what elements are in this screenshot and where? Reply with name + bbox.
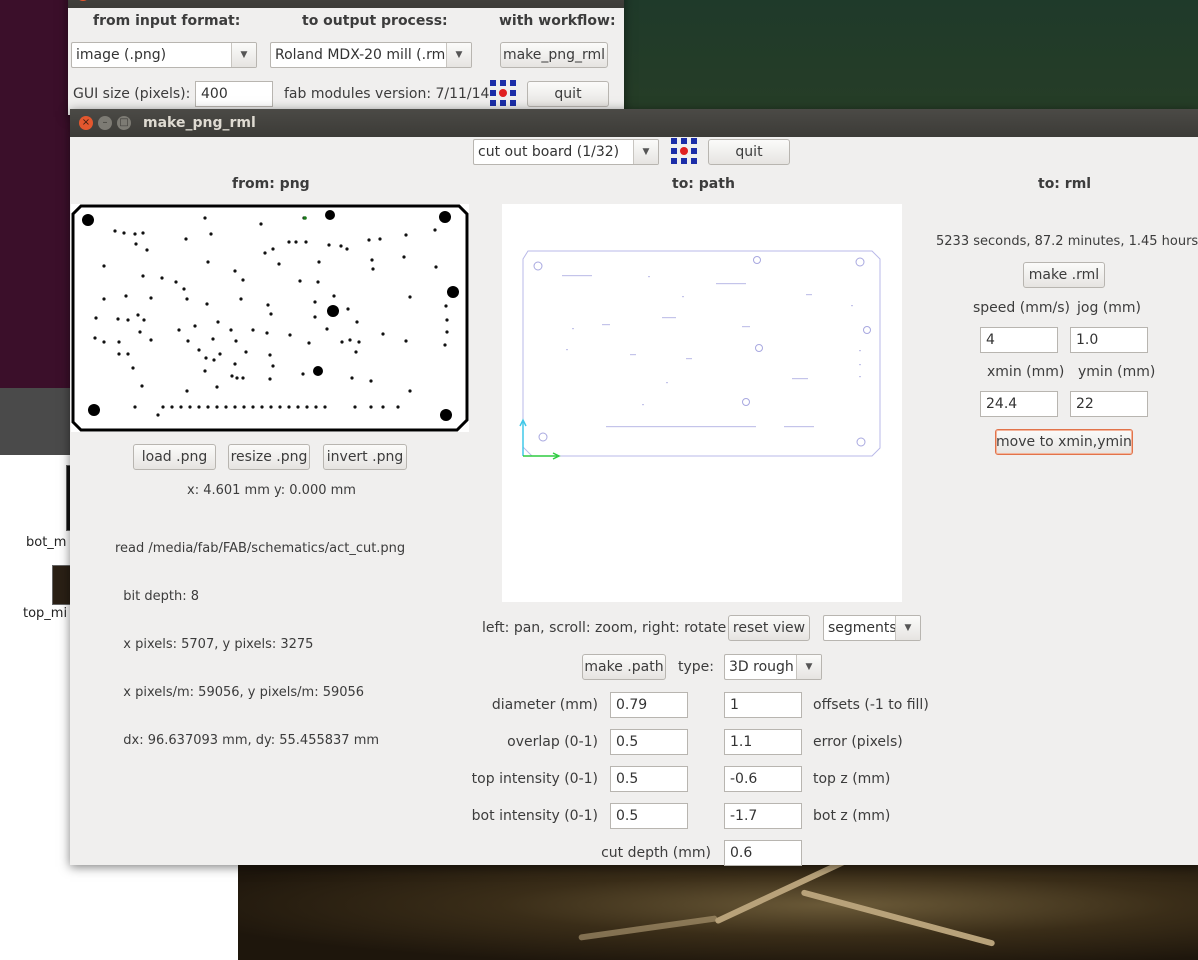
top-intensity-label: top intensity (0-1) [471,771,598,787]
file-info-line: bit depth: 8 [115,589,199,604]
reset-view-button[interactable]: reset view [728,615,810,641]
chevron-down-icon: ▼ [446,43,471,67]
version-label: fab modules version: 7/11/14 [284,86,490,102]
load-png-button[interactable]: load .png [133,444,216,470]
fab-titlebar: × fab [68,0,624,8]
gui-size-input[interactable] [195,81,273,107]
speed-input[interactable] [980,327,1058,353]
file-info-line: x pixels: 5707, y pixels: 3275 [115,637,314,652]
output-process-label: to output process: [302,13,448,29]
jog-input[interactable] [1070,327,1148,353]
output-process-select[interactable]: Roland MDX-20 mill (.rml) ▼ [270,42,472,68]
bot-intensity-label: bot intensity (0-1) [471,808,598,824]
jog-label: jog (mm) [1077,300,1141,316]
top-z-label: top z (mm) [813,771,891,787]
main-window-title: make_png_rml [143,115,256,131]
output-process-value: Roland MDX-20 mill (.rml) [275,47,455,63]
time-estimate: 5233 seconds, 87.2 minutes, 1.45 hours [936,234,1198,249]
type-label: type: [678,659,714,675]
maximize-icon[interactable]: □ [117,116,131,130]
file-info: read /media/fab/FAB/schematics/act_cut.p… [115,509,405,781]
ymin-input[interactable] [1070,391,1148,417]
offsets-label: offsets (-1 to fill) [813,697,929,713]
ymin-label: ymin (mm) [1078,364,1156,380]
make-path-button[interactable]: make .path [582,654,666,680]
wallpaper-branch [800,889,996,947]
wallpaper-photo [238,851,1198,960]
background-terminal-window [0,0,72,388]
input-format-select[interactable]: image (.png) ▼ [71,42,257,68]
error-input[interactable] [724,729,802,755]
main-titlebar: × – □ make_png_rml [70,109,1198,137]
path-preview[interactable] [502,204,902,602]
offsets-input[interactable] [724,692,802,718]
main-quit-button[interactable]: quit [708,139,790,165]
fab-window: × fab from input format: to output proce… [68,0,624,115]
bot-z-input[interactable] [724,803,802,829]
gui-size-label: GUI size (pixels): [73,86,191,102]
to-path-header: to: path [672,176,735,192]
bot-z-label: bot z (mm) [813,808,891,824]
view-mode-value: segments [828,620,897,636]
chevron-down-icon: ▼ [895,616,920,640]
top-intensity-input[interactable] [610,766,688,792]
file-label[interactable]: top_mi [23,606,67,621]
from-png-header: from: png [232,176,310,192]
cursor-coords: x: 4.601 mm y: 0.000 mm [187,483,356,498]
fab-logo-icon [671,138,697,164]
error-label: error (pixels) [813,734,903,750]
file-info-line: x pixels/m: 59056, y pixels/m: 59056 [115,685,365,700]
cut-depth-input[interactable] [724,840,802,866]
view-mode-select[interactable]: segments ▼ [823,615,921,641]
resize-png-button[interactable]: resize .png [228,444,310,470]
cut-depth-label: cut depth (mm) [601,845,711,861]
bot-intensity-input[interactable] [610,803,688,829]
make-png-rml-window: × – □ make_png_rml cut out board (1/32) … [70,109,1198,866]
make-rml-button[interactable]: make .rml [1023,262,1105,288]
workflow-button[interactable]: make_png_rml [500,42,608,68]
type-value: 3D rough [729,659,794,675]
fab-window-title: fab [140,0,166,2]
chevron-down-icon: ▼ [231,43,256,67]
minimize-icon[interactable]: – [98,116,112,130]
type-select[interactable]: 3D rough ▼ [724,654,822,680]
file-info-line: read /media/fab/FAB/schematics/act_cut.p… [115,541,406,556]
input-format-label: from input format: [93,13,241,29]
chevron-down-icon: ▼ [633,140,658,164]
process-select[interactable]: cut out board (1/32) ▼ [473,139,659,165]
process-value: cut out board (1/32) [478,144,620,160]
overlap-label: overlap (0-1) [507,734,598,750]
invert-png-button[interactable]: invert .png [323,444,407,470]
view-hint: left: pan, scroll: zoom, right: rotate [482,620,727,636]
wallpaper-branch [578,915,718,941]
move-to-xmin-ymin-button[interactable]: move to xmin,ymin [995,429,1133,455]
background-window-strip [0,388,72,455]
png-preview[interactable] [71,204,469,432]
close-icon[interactable]: × [76,0,90,1]
diameter-input[interactable] [610,692,688,718]
file-info-line: dx: 96.637093 mm, dy: 55.455837 mm [115,733,380,748]
chevron-down-icon: ▼ [796,655,821,679]
overlap-input[interactable] [610,729,688,755]
to-rml-header: to: rml [1038,176,1092,192]
xmin-input[interactable] [980,391,1058,417]
file-label[interactable]: bot_m [26,535,66,550]
speed-label: speed (mm/s) [973,300,1070,316]
fab-quit-button[interactable]: quit [527,81,609,107]
input-format-value: image (.png) [76,47,167,63]
diameter-label: diameter (mm) [491,697,598,713]
top-z-input[interactable] [724,766,802,792]
close-icon[interactable]: × [79,116,93,130]
xmin-label: xmin (mm) [987,364,1065,380]
fab-logo-icon [490,80,516,106]
workflow-label: with workflow: [499,13,616,29]
